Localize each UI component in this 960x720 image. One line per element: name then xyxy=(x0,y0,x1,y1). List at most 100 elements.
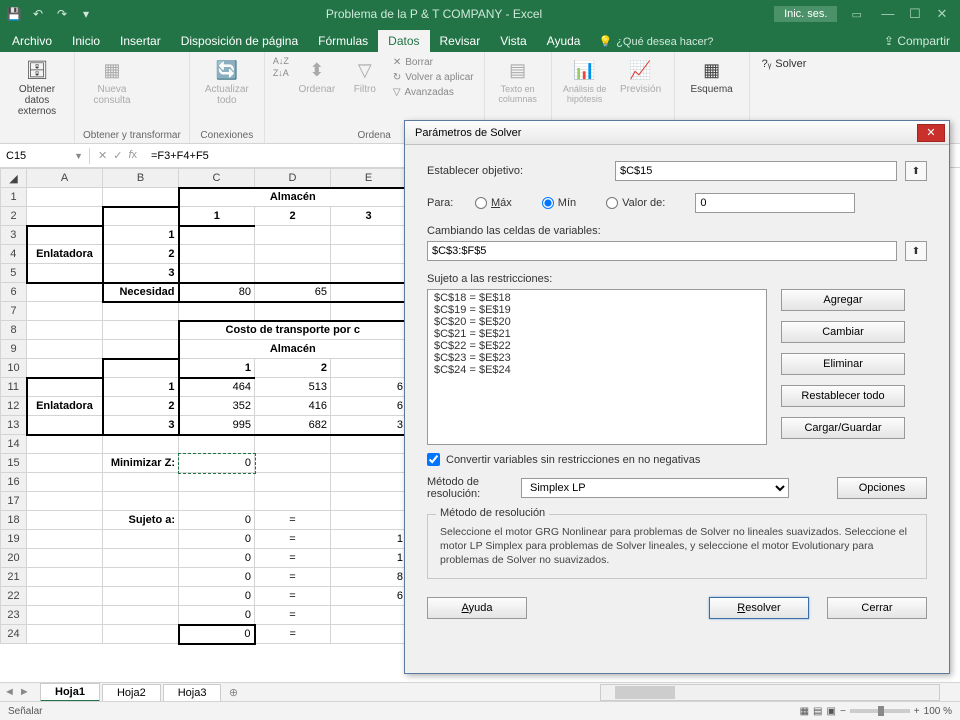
namebox-dropdown-icon[interactable]: ▼ xyxy=(74,151,83,161)
fx-icon[interactable]: fx xyxy=(128,149,137,162)
cell[interactable]: 3 xyxy=(331,207,407,226)
cell-selected[interactable]: 0 xyxy=(179,454,255,473)
change-constraint-button[interactable]: Cambiar xyxy=(781,321,905,343)
row-header[interactable]: 4 xyxy=(1,245,27,264)
cell[interactable]: 682 xyxy=(255,416,331,435)
row-header[interactable]: 19 xyxy=(1,530,27,549)
delete-constraint-button[interactable]: Eliminar xyxy=(781,353,905,375)
row-header[interactable]: 2 xyxy=(1,207,27,226)
cell[interactable]: 464 xyxy=(179,378,255,397)
constraint-item[interactable]: $C$19 = $E$19 xyxy=(430,304,764,316)
cell[interactable]: 6 xyxy=(331,378,407,397)
share-button[interactable]: ⇪ Compartir xyxy=(874,30,960,52)
view-pagebreak-icon[interactable]: ▣ xyxy=(827,706,836,717)
row-header[interactable]: 5 xyxy=(1,264,27,283)
sheet-prev-icon[interactable]: ◄ xyxy=(4,686,15,698)
cell[interactable]: 2 xyxy=(103,397,179,416)
add-sheet-button[interactable]: ⊕ xyxy=(223,686,243,699)
radio-valueof[interactable]: Valor de: xyxy=(606,197,665,209)
constraint-item[interactable]: $C$20 = $E$20 xyxy=(430,316,764,328)
signin-button[interactable]: Inic. ses. xyxy=(774,6,837,22)
close-button[interactable]: Cerrar xyxy=(827,597,927,619)
options-button[interactable]: Opciones xyxy=(837,477,927,499)
cell[interactable]: Enlatadora xyxy=(27,397,103,416)
col-header[interactable]: E xyxy=(331,169,407,188)
row-header[interactable]: 13 xyxy=(1,416,27,435)
dialog-titlebar[interactable]: Parámetros de Solver ✕ xyxy=(405,121,949,145)
constraint-item[interactable]: $C$22 = $E$22 xyxy=(430,340,764,352)
enter-formula-icon[interactable]: ✓ xyxy=(113,149,122,162)
tab-disposicion[interactable]: Disposición de página xyxy=(171,30,308,52)
undo-icon[interactable]: ↶ xyxy=(30,6,46,22)
cell[interactable]: = xyxy=(255,568,331,587)
row-header[interactable]: 22 xyxy=(1,587,27,606)
whatif-button[interactable]: 📊 Análisis de hipótesis xyxy=(560,56,610,106)
refresh-all-button[interactable]: 🔄 Actualizar todo xyxy=(198,56,256,108)
cell[interactable]: 1 xyxy=(331,530,407,549)
row-header[interactable]: 7 xyxy=(1,302,27,321)
constraint-item[interactable]: $C$24 = $E$24 xyxy=(430,364,764,376)
sheet-tab[interactable]: Hoja2 xyxy=(102,684,161,701)
row-header[interactable]: 17 xyxy=(1,492,27,511)
collapse-dialog-icon[interactable]: ⬆ xyxy=(905,161,927,181)
name-box[interactable]: C15 ▼ xyxy=(0,148,90,164)
text-to-columns-button[interactable]: ▤ Texto en columnas xyxy=(493,56,543,106)
tab-archivo[interactable]: Archivo xyxy=(2,30,62,52)
tab-datos[interactable]: Datos xyxy=(378,30,429,52)
row-header[interactable]: 23 xyxy=(1,606,27,625)
row-header[interactable]: 6 xyxy=(1,283,27,302)
method-select[interactable]: Simplex LP xyxy=(521,478,789,498)
row-header[interactable]: 18 xyxy=(1,511,27,530)
row-header[interactable]: 3 xyxy=(1,226,27,245)
cell[interactable]: 1 xyxy=(103,378,179,397)
solver-button[interactable]: ?ᵧ Solver xyxy=(758,56,811,72)
tab-inicio[interactable]: Inicio xyxy=(62,30,110,52)
qat-dropdown-icon[interactable]: ▾ xyxy=(78,6,94,22)
col-header[interactable]: A xyxy=(27,169,103,188)
row-header[interactable]: 21 xyxy=(1,568,27,587)
cell[interactable]: 0 xyxy=(179,568,255,587)
cell[interactable]: 2 xyxy=(103,245,179,264)
row-header[interactable]: 1 xyxy=(1,188,27,207)
cell[interactable]: 2 xyxy=(255,207,331,226)
tab-vista[interactable]: Vista xyxy=(490,30,536,52)
add-constraint-button[interactable]: Agregar xyxy=(781,289,905,311)
select-all-corner[interactable]: ◢ xyxy=(1,169,27,188)
outline-button[interactable]: ▦ Esquema xyxy=(683,56,741,97)
sort-za-icon[interactable]: Z↓A xyxy=(273,68,289,78)
forecast-button[interactable]: 📈 Previsión xyxy=(616,56,666,97)
sheet-tab[interactable]: Hoja1 xyxy=(40,683,100,702)
constraint-item[interactable]: $C$21 = $E$21 xyxy=(430,328,764,340)
tab-insertar[interactable]: Insertar xyxy=(110,30,171,52)
cell[interactable]: 3 xyxy=(103,416,179,435)
cell[interactable]: 995 xyxy=(179,416,255,435)
cell[interactable]: 8 xyxy=(331,568,407,587)
row-header[interactable]: 8 xyxy=(1,321,27,340)
row-header[interactable]: 14 xyxy=(1,435,27,454)
cell[interactable]: Almacén xyxy=(179,340,407,359)
col-header[interactable]: C xyxy=(179,169,255,188)
cancel-formula-icon[interactable]: ✕ xyxy=(98,149,107,162)
cell[interactable]: Minimizar Z: xyxy=(103,454,179,473)
cell[interactable]: 65 xyxy=(255,283,331,302)
radio-max[interactable]: Máx xyxy=(475,197,512,209)
cell[interactable]: 6 xyxy=(331,397,407,416)
cell[interactable]: 1 xyxy=(331,549,407,568)
row-header[interactable]: 12 xyxy=(1,397,27,416)
tell-me[interactable]: 💡 ¿Qué desea hacer? xyxy=(590,31,721,52)
cell[interactable]: 1 xyxy=(179,207,255,226)
cell[interactable]: = xyxy=(255,625,331,644)
radio-min[interactable]: Mín xyxy=(542,197,576,209)
tab-ayuda[interactable]: Ayuda xyxy=(537,30,591,52)
cell[interactable]: 2 xyxy=(255,359,331,378)
cell[interactable]: 3 xyxy=(103,264,179,283)
dialog-close-button[interactable]: ✕ xyxy=(917,124,945,142)
tab-formulas[interactable]: Fórmulas xyxy=(308,30,378,52)
cell[interactable]: 6 xyxy=(331,587,407,606)
cell[interactable]: = xyxy=(255,587,331,606)
constraint-item[interactable]: $C$23 = $E$23 xyxy=(430,352,764,364)
cell[interactable]: 80 xyxy=(179,283,255,302)
help-button[interactable]: Ayuda xyxy=(427,597,527,619)
row-header[interactable]: 16 xyxy=(1,473,27,492)
solve-button[interactable]: Resolver xyxy=(709,597,809,619)
